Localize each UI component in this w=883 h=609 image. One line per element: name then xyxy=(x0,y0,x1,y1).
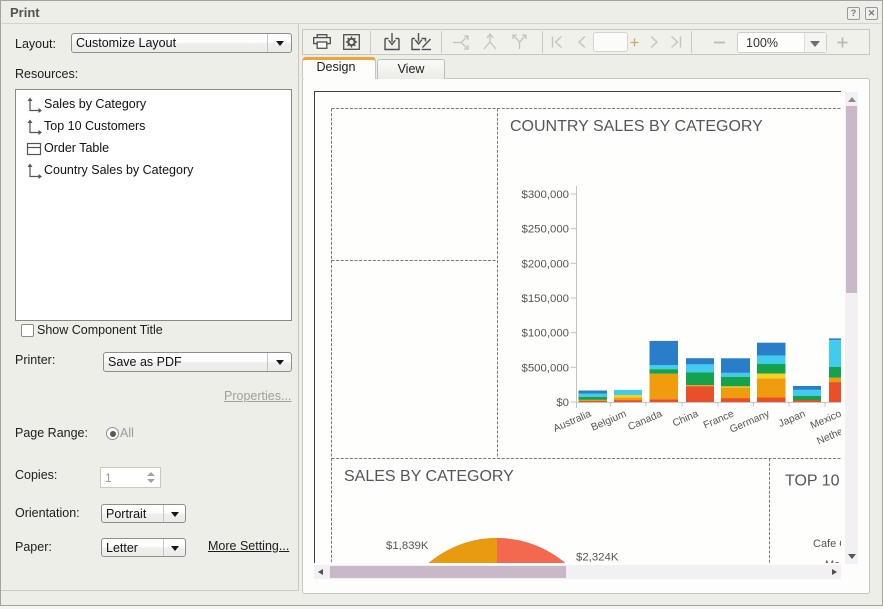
svg-text:$2,324K: $2,324K xyxy=(576,552,619,564)
svg-text:COUNTRY SALES BY CATEGORY: COUNTRY SALES BY CATEGORY xyxy=(510,118,763,135)
svg-text:SALES BY CATEGORY: SALES BY CATEGORY xyxy=(344,468,514,485)
svg-text:$200,000: $200,000 xyxy=(521,258,569,270)
svg-text:Morgen: Morgen xyxy=(825,559,841,563)
svg-text:TOP 10 CUSTOMERS: TOP 10 CUSTOMERS xyxy=(785,473,841,490)
svg-text:$150,000: $150,000 xyxy=(521,293,569,305)
svg-text:$100,000: $100,000 xyxy=(521,328,569,340)
svg-text:$1,839K: $1,839K xyxy=(386,540,429,552)
svg-text:$0: $0 xyxy=(556,397,569,409)
svg-text:Cafe Olé: Cafe Olé xyxy=(813,538,841,550)
svg-text:$300,000: $300,000 xyxy=(521,189,569,201)
svg-text:$500,000: $500,000 xyxy=(521,362,569,374)
svg-text:$250,000: $250,000 xyxy=(521,224,569,236)
